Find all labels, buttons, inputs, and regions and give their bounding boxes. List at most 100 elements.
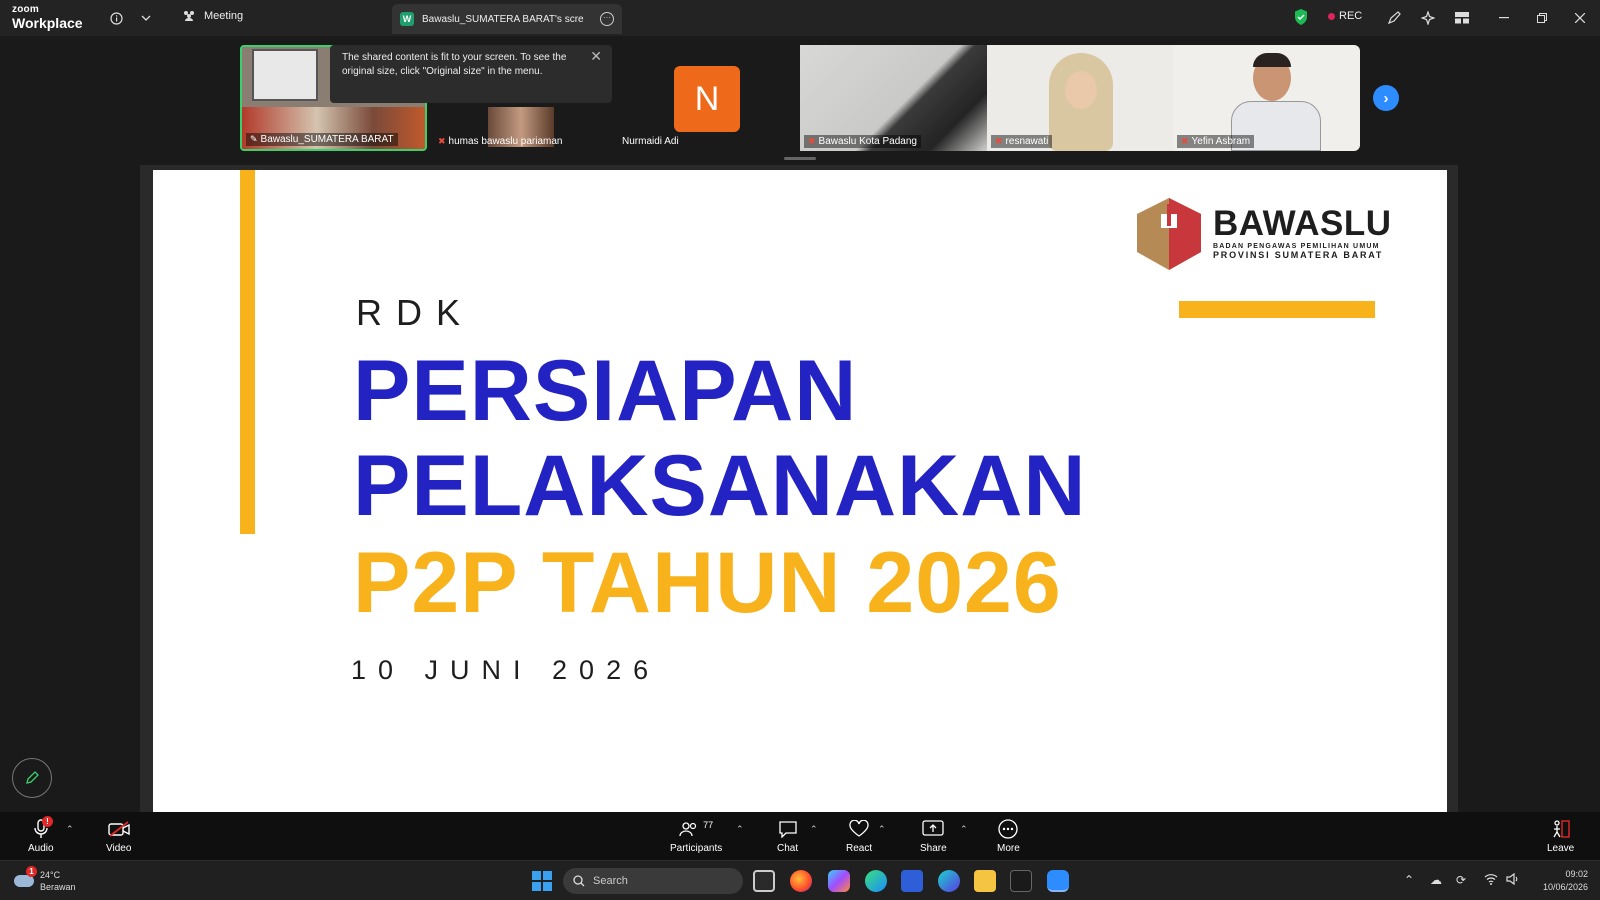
chat-icon xyxy=(778,818,798,840)
word-app-icon: W xyxy=(400,12,414,26)
participant-name: Bawaslu_SUMATERA BARAT xyxy=(260,134,394,145)
meeting-label: Meeting xyxy=(204,10,244,22)
meeting-controls: Audio ! ⌃ Video 77 Participants ⌃ Chat ⌃ xyxy=(0,812,1600,860)
participant-video-tile[interactable]: ✖ Bawaslu Kota Padang xyxy=(800,45,987,151)
close-icon[interactable]: ✕ xyxy=(590,49,602,63)
annotation-pen-button[interactable] xyxy=(12,758,52,798)
minimize-icon[interactable] xyxy=(1494,8,1514,28)
info-icon[interactable] xyxy=(106,8,126,28)
more-label: More xyxy=(997,843,1020,854)
close-icon[interactable] xyxy=(1570,8,1590,28)
react-label: React xyxy=(846,843,873,854)
mic-muted-icon: ✖ xyxy=(995,136,1003,146)
react-options-caret[interactable]: ⌃ xyxy=(878,824,886,835)
firefox-icon[interactable] xyxy=(790,870,812,892)
meeting-menu[interactable]: Meeting xyxy=(182,10,243,22)
next-page-button[interactable]: › xyxy=(1373,85,1399,111)
leave-icon xyxy=(1551,818,1571,840)
annotate-icon[interactable] xyxy=(1384,8,1404,28)
strip-resize-handle[interactable] xyxy=(784,157,816,160)
store-icon[interactable] xyxy=(901,870,923,892)
participants-options-caret[interactable]: ⌃ xyxy=(736,824,744,835)
weather-widget[interactable]: 24°C Berawan xyxy=(14,869,76,893)
logo-brand-bottom: Workplace xyxy=(12,15,83,31)
chat-button[interactable]: Chat xyxy=(777,818,798,854)
slide-title-line-1: PERSIAPAN xyxy=(353,343,858,439)
recording-indicator[interactable]: REC xyxy=(1328,10,1362,22)
participant-name-tag: ✖ Yefin Asbram xyxy=(1177,135,1255,148)
wifi-icon[interactable] xyxy=(1484,873,1498,888)
leave-label: Leave xyxy=(1547,843,1575,854)
participants-button[interactable]: 77 Participants xyxy=(670,818,722,854)
copilot-icon[interactable] xyxy=(828,870,850,892)
participant-video-tile[interactable]: ✖ Yefin Asbram xyxy=(1173,45,1360,151)
clock-date: 10/06/2026 xyxy=(1542,882,1588,892)
mic-muted-icon: ✖ xyxy=(1181,136,1189,146)
slide-title-line-2: PELAKSANAKAN xyxy=(353,438,1087,534)
participant-name-tag: ✎ Bawaslu_SUMATERA BARAT xyxy=(246,133,398,146)
participant-name-tag: ✖ resnawati xyxy=(991,135,1053,148)
participant-hair-image xyxy=(1253,53,1291,67)
more-options-icon[interactable]: ··· xyxy=(600,12,614,26)
video-label: Video xyxy=(106,843,132,854)
restore-icon[interactable] xyxy=(1532,8,1552,28)
video-button[interactable]: Video xyxy=(106,818,131,854)
search-placeholder: Search xyxy=(593,875,628,887)
audio-label: Audio xyxy=(28,843,54,854)
org-name: BAWASLU xyxy=(1213,204,1392,243)
zoom-app-icon[interactable] xyxy=(1047,870,1069,892)
participants-icon: 77 xyxy=(679,818,713,840)
share-label: Share xyxy=(920,843,947,854)
participant-name: Nurmaidi Adi xyxy=(622,136,679,147)
leave-button[interactable]: Leave xyxy=(1547,818,1574,854)
more-icon xyxy=(998,818,1019,840)
projector-screen-image xyxy=(252,49,318,101)
share-button[interactable]: Share xyxy=(920,818,947,854)
file-explorer-icon[interactable] xyxy=(974,870,996,892)
clock-time: 09:02 xyxy=(1565,869,1588,879)
participants-count: 77 xyxy=(703,820,714,830)
capcut-icon[interactable] xyxy=(1010,870,1032,892)
share-options-caret[interactable]: ⌃ xyxy=(960,824,968,835)
task-view-icon[interactable] xyxy=(753,870,775,892)
logo-brand-top: zoom xyxy=(12,4,39,15)
sync-icon[interactable]: ⟳ xyxy=(1456,873,1466,887)
chevron-down-icon[interactable] xyxy=(136,8,156,28)
people-icon xyxy=(184,11,194,21)
bawaslu-logo: BAWASLU BADAN PENGAWAS PEMILIHAN UMUM PR… xyxy=(1133,194,1392,274)
accent-bar-horizontal xyxy=(1179,301,1375,318)
weather-condition: Berawan xyxy=(40,882,76,892)
chat-options-caret[interactable]: ⌃ xyxy=(810,824,818,835)
shared-screen-tab[interactable]: W Bawaslu_SUMATERA BARAT's scre ··· xyxy=(392,4,622,34)
more-button[interactable]: More xyxy=(997,818,1020,854)
accent-bar-vertical xyxy=(240,170,255,534)
react-button[interactable]: React xyxy=(846,818,872,854)
participant-name: humas bawaslu pariaman xyxy=(448,136,563,147)
volume-icon[interactable] xyxy=(1506,872,1520,888)
heart-icon xyxy=(849,818,869,840)
rec-label: REC xyxy=(1339,10,1363,22)
slide-title-line-3: P2P TAHUN 2026 xyxy=(353,535,1062,631)
search-icon xyxy=(573,875,585,887)
windows-start-icon[interactable] xyxy=(532,871,552,891)
ai-companion-icon[interactable] xyxy=(1418,8,1438,28)
participant-name: Bawaslu Kota Padang xyxy=(818,136,917,147)
onedrive-icon[interactable]: ☁ xyxy=(1430,873,1442,887)
show-hidden-icons[interactable]: ⌃ xyxy=(1404,873,1414,887)
security-shield-icon[interactable] xyxy=(1294,9,1308,25)
tooltip-text: The shared content is fit to your screen… xyxy=(342,52,567,77)
audio-options-caret[interactable]: ⌃ xyxy=(66,824,74,835)
canva-icon[interactable] xyxy=(938,870,960,892)
title-bar: zoom Workplace Meeting W Bawaslu_SUMATER… xyxy=(0,0,1600,36)
taskbar-search[interactable]: Search xyxy=(563,868,743,894)
edge-icon[interactable] xyxy=(865,870,887,892)
pencil-icon xyxy=(26,771,39,784)
shared-screen-tab-label: Bawaslu_SUMATERA BARAT's scre xyxy=(422,13,584,25)
participant-name-tag: ✖ humas bawaslu pariaman xyxy=(434,135,567,148)
participants-label: Participants xyxy=(670,843,723,854)
pin-icon: ✎ xyxy=(250,134,258,144)
participant-video-tile[interactable]: ✖ resnawati xyxy=(987,45,1173,151)
system-clock[interactable]: 09:02 10/06/2026 xyxy=(1532,868,1588,894)
mic-muted-icon: ✖ xyxy=(808,136,816,146)
view-grid-icon[interactable] xyxy=(1452,8,1472,28)
